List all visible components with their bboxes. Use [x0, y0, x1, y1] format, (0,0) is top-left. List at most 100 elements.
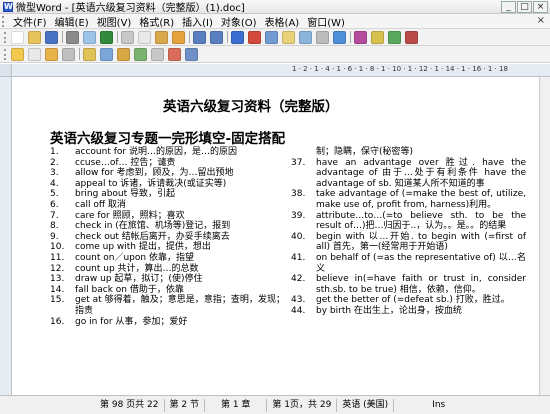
list-item: 38. take advantage of (=make the best of,… — [291, 189, 526, 210]
menu-table[interactable]: 表格(A) — [261, 14, 304, 29]
toolbar-grip[interactable] — [4, 31, 8, 43]
list-item: 13. draw up 起草，拟订；(使)停住 — [50, 274, 285, 285]
menu-grip[interactable] — [2, 15, 6, 27]
list-item: 39. attribute…to…(=to believe sth. to be … — [291, 211, 526, 232]
item-number: 37. — [291, 157, 306, 168]
indent-icon[interactable] — [117, 47, 130, 61]
item-text: 制；隐瞒，保守(秘密等) — [316, 147, 414, 157]
item-number: 7. — [50, 210, 59, 221]
document-map-icon[interactable] — [299, 30, 312, 44]
list-item: 14. fall back on 借助于，依靠 — [50, 285, 285, 296]
status-page: 第 98 页共 22 — [0, 398, 165, 412]
menu-format[interactable]: 格式(R) — [135, 14, 178, 29]
font-color-icon[interactable] — [45, 47, 58, 61]
help-icon[interactable] — [405, 30, 418, 44]
undo-icon[interactable] — [193, 30, 206, 44]
list-item: 37. have an advantage over 胜过. have the a… — [291, 158, 526, 190]
item-text: check in (在旅馆、机场等)登记，报到 — [75, 221, 231, 232]
standard-toolbar — [0, 29, 550, 46]
insert-picture-icon[interactable] — [371, 30, 384, 44]
style-icon[interactable] — [11, 47, 24, 61]
symbol-icon[interactable] — [354, 30, 367, 44]
open-folder-icon[interactable] — [28, 30, 41, 44]
status-page-count: 第 1页，共 29 — [267, 398, 338, 412]
hyperlink-icon[interactable] — [231, 30, 244, 44]
item-text: get the better of (=defeat sb.) 打败，胜过。 — [316, 295, 510, 306]
word-window: W 微型Word - [英语六级复习资料（完整版）(1).doc] _ □ × … — [0, 0, 550, 414]
item-number: 2. — [50, 157, 59, 168]
text-box-icon[interactable] — [185, 47, 198, 61]
document-title: 英语六级复习资料（完整版） — [163, 99, 339, 115]
maximize-button[interactable]: □ — [517, 1, 532, 13]
new-document-icon[interactable] — [11, 30, 24, 44]
item-text: allow for 考虑到，顾及，为…留出预地 — [75, 168, 234, 179]
redo-icon[interactable] — [210, 30, 223, 44]
item-number: 1. — [50, 147, 59, 157]
numbering-icon[interactable] — [83, 47, 96, 61]
item-text: come up with 提出，提供，想出 — [75, 242, 211, 253]
item-text: appeal to 诉诸，诉请裁决(或证实等) — [75, 178, 227, 189]
list-item: 4. appeal to 诉诸，诉请裁决(或证实等) — [50, 179, 285, 190]
item-text: attribute…to…(=to believe sth. to be the… — [316, 210, 526, 232]
list-item: 9. check out 结帐后离开，办妥手续离去 — [50, 232, 285, 243]
vertical-ruler[interactable] — [0, 77, 12, 395]
item-text: bring about 导致，引起 — [75, 189, 176, 200]
item-number: 4. — [50, 178, 59, 189]
show-formatting-icon[interactable] — [316, 30, 329, 44]
list-item: 43. get the better of (=defeat sb.) 打败，胜过… — [291, 295, 526, 306]
vertical-scrollbar[interactable] — [539, 77, 550, 395]
status-language: 英语 (美国) — [337, 398, 395, 412]
horizontal-ruler[interactable]: 1 · 2 · 1 · 4 · 1 · 6 · 1 · 8 · 1 · 10 ·… — [0, 64, 550, 77]
item-number: 39. — [291, 210, 306, 221]
status-insert-mode[interactable]: Ins — [394, 399, 450, 412]
item-number: 16. — [50, 316, 65, 327]
highlight-icon[interactable] — [168, 47, 181, 61]
item-text: believe in(=have faith or trust in, cons… — [316, 274, 526, 295]
item-number: 5. — [50, 189, 59, 200]
spellcheck-icon[interactable] — [100, 30, 113, 44]
menu-view[interactable]: 视图(V) — [93, 14, 136, 29]
item-number: 9. — [50, 231, 59, 242]
item-text: fall back on 借助于，依靠 — [75, 284, 184, 295]
list-item: 10. come up with 提出，提供，想出 — [50, 242, 285, 253]
paste-icon[interactable] — [155, 30, 168, 44]
list-item: 2. ccuse…of… 控告；谴责 — [50, 158, 285, 169]
word-app-icon[interactable]: W — [3, 1, 13, 12]
align-left-icon[interactable] — [62, 47, 75, 61]
menu-insert[interactable]: 插入(I) — [178, 14, 217, 29]
table-icon[interactable] — [248, 30, 261, 44]
format-painter-icon[interactable] — [172, 30, 185, 44]
document-close-icon[interactable]: × — [537, 15, 545, 26]
close-button[interactable]: × — [533, 1, 548, 13]
item-text: count on／upon 依靠，指望 — [75, 252, 194, 263]
right-column: 制；隐瞒，保守(秘密等) 37. have an advantage over 胜过… — [291, 147, 526, 317]
columns-icon[interactable] — [265, 30, 278, 44]
print-icon[interactable] — [66, 30, 79, 44]
status-chapter: 第 1 章 — [205, 398, 268, 412]
border-icon[interactable] — [151, 47, 164, 61]
window-title: 微型Word - [英语六级复习资料（完整版）(1).doc] — [16, 3, 245, 14]
drawing-icon[interactable] — [282, 30, 295, 44]
bullets-icon[interactable] — [100, 47, 113, 61]
menu-window[interactable]: 窗口(W) — [303, 14, 349, 29]
font-icon[interactable] — [28, 47, 41, 61]
outdent-icon[interactable] — [134, 47, 147, 61]
tab-stop-selector[interactable] — [0, 64, 12, 76]
cut-icon[interactable] — [121, 30, 134, 44]
chart-icon[interactable] — [388, 30, 401, 44]
list-item: 12. count up 共计，算出…的总数 — [50, 264, 285, 275]
minimize-button[interactable]: _ — [501, 1, 516, 13]
item-number: 41. — [291, 252, 306, 263]
copy-icon[interactable] — [138, 30, 151, 44]
print-preview-icon[interactable] — [83, 30, 96, 44]
save-icon[interactable] — [45, 30, 58, 44]
toolbar-grip-2[interactable] — [4, 48, 8, 60]
zoom-icon[interactable] — [333, 30, 346, 44]
menu-edit[interactable]: 编辑(E) — [51, 14, 93, 29]
menu-object[interactable]: 对象(O) — [217, 14, 261, 29]
section-heading: 英语六级复习专题一完形填空-固定搭配 — [50, 131, 286, 147]
item-number: 44. — [291, 305, 306, 316]
menu-file[interactable]: 文件(F) — [9, 14, 51, 29]
document-page[interactable]: 英语六级复习资料（完整版） 英语六级复习专题一完形填空-固定搭配 1. accou… — [13, 77, 539, 395]
item-text: on behalf of (=as the representative of)… — [316, 252, 526, 274]
